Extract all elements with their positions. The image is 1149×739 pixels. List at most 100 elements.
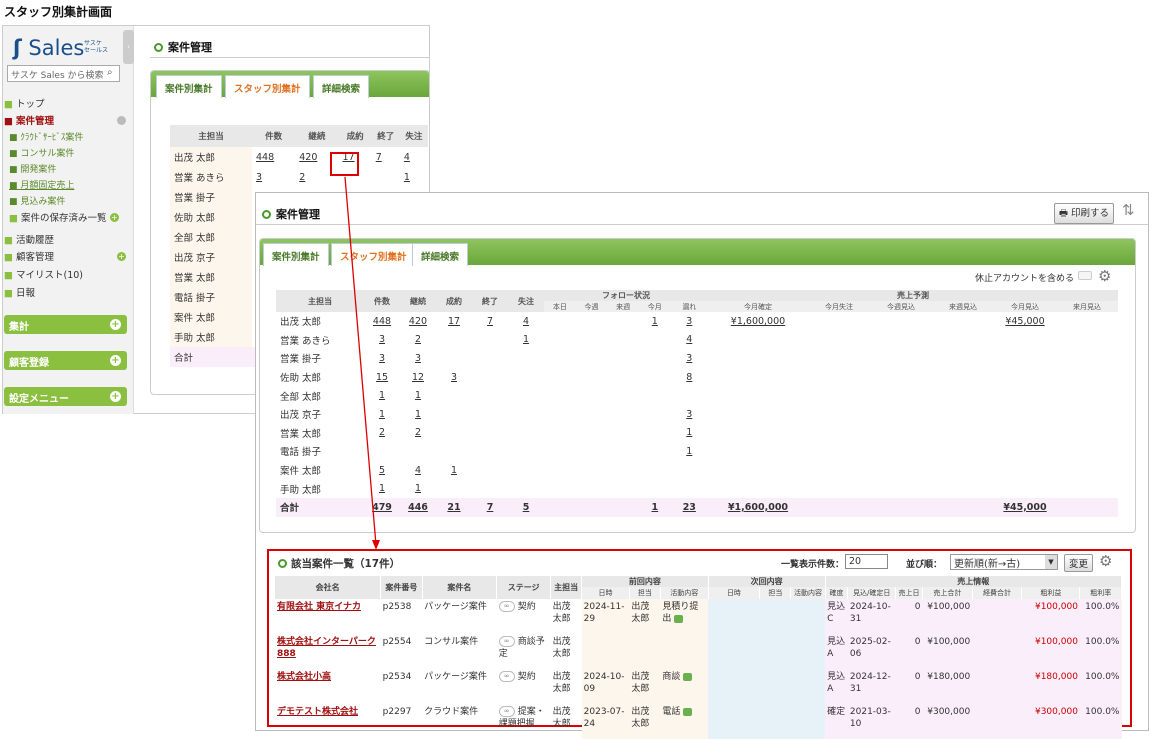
value-link[interactable]: 1 <box>671 442 708 461</box>
value-link[interactable] <box>808 479 870 498</box>
value-link[interactable] <box>1056 424 1118 443</box>
link-icon[interactable]: ∞ <box>498 671 515 682</box>
value-link[interactable] <box>994 461 1056 480</box>
value-link[interactable] <box>436 386 472 405</box>
value-link[interactable]: 1 <box>364 405 400 424</box>
value-link[interactable] <box>708 386 808 405</box>
nav-case[interactable]: ■ 案件管理 <box>4 113 54 127</box>
value-link[interactable] <box>932 424 994 443</box>
nav-dev[interactable]: ■ 開発案件 <box>9 162 56 175</box>
value-link[interactable] <box>870 312 932 331</box>
value-link[interactable] <box>576 312 608 331</box>
value-link[interactable] <box>575 497 608 517</box>
value-link[interactable] <box>671 386 708 405</box>
value-link[interactable] <box>576 442 608 461</box>
value-link[interactable] <box>472 479 508 498</box>
value-link[interactable] <box>607 461 639 480</box>
value-link[interactable] <box>708 479 808 498</box>
value-link[interactable] <box>808 368 870 387</box>
value-link[interactable] <box>607 497 639 517</box>
chat-icon[interactable] <box>683 672 693 681</box>
plus-icon[interactable]: + <box>117 252 126 261</box>
company-link[interactable]: 株式会社インターパーク888 <box>275 634 381 669</box>
value-link[interactable]: 1 <box>639 312 671 331</box>
value-link[interactable] <box>708 331 808 350</box>
value-link[interactable] <box>1056 461 1118 480</box>
value-link[interactable] <box>1056 497 1118 517</box>
value-link[interactable] <box>607 349 639 368</box>
value-link[interactable]: 15 <box>364 368 400 387</box>
value-link[interactable]: 4 <box>400 461 436 480</box>
value-link[interactable] <box>544 386 576 405</box>
value-link[interactable] <box>472 331 508 350</box>
value-link[interactable]: 1 <box>436 461 472 480</box>
value-link[interactable] <box>708 442 808 461</box>
value-link[interactable] <box>472 442 508 461</box>
value-link[interactable]: 2 <box>364 424 400 443</box>
count-link[interactable]: 1 <box>400 167 428 187</box>
value-link[interactable] <box>808 349 870 368</box>
value-link[interactable] <box>544 349 576 368</box>
value-link[interactable] <box>932 331 994 350</box>
value-link[interactable] <box>870 461 932 480</box>
search-icon[interactable]: ⌕ <box>107 67 113 78</box>
value-link[interactable] <box>607 386 639 405</box>
menu-bar-customer[interactable]: 顧客登録 + <box>4 351 127 370</box>
value-link[interactable] <box>639 405 671 424</box>
value-link[interactable] <box>639 349 671 368</box>
value-link[interactable]: 1 <box>400 386 436 405</box>
value-link[interactable] <box>1056 368 1118 387</box>
value-link[interactable]: 23 <box>670 497 708 517</box>
value-link[interactable] <box>932 349 994 368</box>
value-link[interactable] <box>472 424 508 443</box>
value-link[interactable] <box>870 349 932 368</box>
count-link[interactable]: 3 <box>252 167 295 187</box>
nav-saved[interactable]: ■ 案件の保存済み一覧 <box>9 210 107 224</box>
gear-icon[interactable]: ⚙ <box>1099 552 1112 570</box>
value-link[interactable] <box>508 386 544 405</box>
value-link[interactable] <box>607 368 639 387</box>
value-link[interactable] <box>508 349 544 368</box>
value-link[interactable]: 1 <box>364 479 400 498</box>
value-link[interactable] <box>576 405 608 424</box>
count-link[interactable]: 448 <box>252 147 295 167</box>
value-link[interactable] <box>708 368 808 387</box>
value-link[interactable] <box>808 497 870 517</box>
value-link[interactable] <box>870 386 932 405</box>
nav-daily[interactable]: ■ 日報 <box>4 285 35 299</box>
collapse-icon[interactable]: ‹ <box>123 30 134 64</box>
value-link[interactable] <box>576 349 608 368</box>
chat-icon[interactable] <box>674 614 684 623</box>
menu-bar-total[interactable]: 集計 + <box>4 315 127 334</box>
logo[interactable]: ʃ Sales <box>13 36 84 60</box>
value-link[interactable]: 5 <box>364 461 400 480</box>
value-link[interactable] <box>472 386 508 405</box>
value-link[interactable] <box>808 442 870 461</box>
value-link[interactable]: 7 <box>472 497 508 517</box>
value-link[interactable] <box>436 405 472 424</box>
value-link[interactable]: 448 <box>364 312 400 331</box>
nav-monthly[interactable]: ■ 月額固定売上 <box>9 178 74 191</box>
value-link[interactable] <box>994 479 1056 498</box>
value-link[interactable]: 1 <box>400 479 436 498</box>
value-link[interactable] <box>870 442 932 461</box>
value-link[interactable] <box>364 442 400 461</box>
value-link[interactable]: 2 <box>400 331 436 350</box>
value-link[interactable] <box>508 442 544 461</box>
value-link[interactable] <box>994 331 1056 350</box>
value-link[interactable]: 3 <box>671 312 708 331</box>
value-link[interactable] <box>607 405 639 424</box>
value-link[interactable]: 3 <box>436 368 472 387</box>
value-link[interactable] <box>544 368 576 387</box>
inactive-label[interactable]: 休止アカウントを含める <box>975 271 1074 284</box>
nav-cloud[interactable]: ■ ｸﾗｳﾄﾞｻｰﾋﾞｽ案件 <box>9 130 83 143</box>
value-link[interactable] <box>808 461 870 480</box>
value-link[interactable] <box>544 424 576 443</box>
value-link[interactable] <box>932 386 994 405</box>
value-link[interactable] <box>607 331 639 350</box>
value-link[interactable] <box>870 424 932 443</box>
value-link[interactable] <box>508 461 544 480</box>
value-link[interactable] <box>708 461 808 480</box>
value-link[interactable] <box>544 312 576 331</box>
value-link[interactable] <box>1056 405 1118 424</box>
